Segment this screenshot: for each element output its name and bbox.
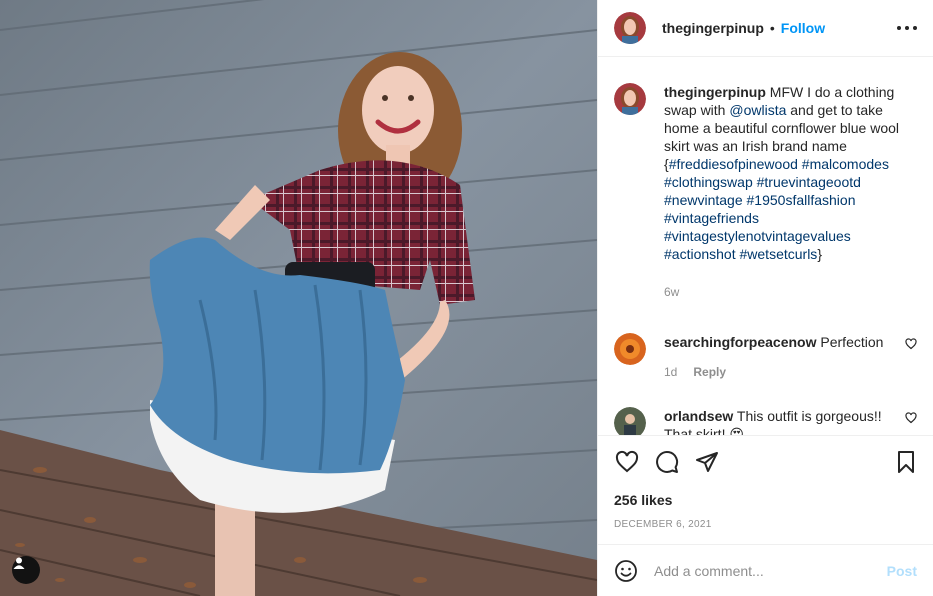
comment-text: orlandsew This outfit is gorgeous!! That… [664, 407, 895, 435]
post-comment-button[interactable]: Post [887, 563, 917, 579]
hashtag-link[interactable]: #truevintageootd [757, 174, 861, 190]
like-button[interactable] [614, 449, 640, 475]
mention-link[interactable]: @owlista [729, 102, 786, 118]
bookmark-icon [898, 450, 914, 473]
more-options-icon[interactable] [897, 20, 917, 36]
comment-meta: 1d Reply [664, 363, 895, 381]
comment-content: Perfection [820, 334, 884, 350]
post-header: thegingerpinup • Follow [598, 0, 933, 57]
like-comment-heart-icon[interactable] [905, 338, 917, 350]
author-avatar[interactable] [614, 12, 646, 44]
heart-icon [615, 450, 639, 472]
post-photo[interactable] [0, 0, 597, 596]
commenter-avatar[interactable] [614, 407, 646, 435]
comment-age: 1d [664, 365, 678, 379]
caption-username[interactable]: thegingerpinup [664, 84, 766, 100]
comment-button[interactable] [654, 449, 680, 475]
caption-author-avatar[interactable] [614, 83, 646, 115]
action-bar [598, 435, 933, 487]
add-comment-bar: Post [598, 544, 933, 596]
caption-content: MFW I do a clothing swap with @owlista a… [664, 84, 899, 262]
caption-text-segment: } [817, 246, 822, 262]
like-comment-heart-icon[interactable] [905, 412, 917, 424]
caption-meta: 6w [664, 283, 909, 301]
caption-age: 6w [664, 285, 680, 299]
hashtag-link[interactable]: #wetsetcurls [740, 246, 818, 262]
post-side-panel: thegingerpinup • Follow thegingerpinup M… [597, 0, 933, 596]
share-icon [696, 451, 718, 472]
comment-item: orlandsew This outfit is gorgeous!! That… [614, 407, 917, 435]
caption-text: thegingerpinup MFW I do a clothing swap … [664, 83, 909, 263]
hashtag-link[interactable]: #vintagefriends [664, 210, 759, 226]
hashtag-link[interactable]: #actionshot [664, 246, 736, 262]
follow-button[interactable]: Follow [781, 20, 825, 36]
comment-text: searchingforpeacenow Perfection [664, 333, 895, 351]
separator-dot: • [769, 20, 775, 36]
user-tag-button[interactable] [12, 556, 40, 584]
caption: thegingerpinup MFW I do a clothing swap … [614, 83, 917, 301]
comment-username[interactable]: orlandsew [664, 408, 733, 424]
comment-item: searchingforpeacenow Perfection 1d Reply [614, 333, 917, 381]
comment-icon [656, 450, 679, 473]
reply-button[interactable]: Reply [693, 363, 726, 381]
comment-username[interactable]: searchingforpeacenow [664, 334, 817, 350]
hashtag-link[interactable]: #freddiesofpinewood [669, 156, 798, 172]
instagram-post: thegingerpinup • Follow thegingerpinup M… [0, 0, 933, 596]
photo-illustration [0, 0, 597, 596]
hashtag-link[interactable]: #vintagestylenotvintagevalues [664, 228, 851, 244]
emoji-icon[interactable] [614, 559, 638, 583]
hashtag-link[interactable]: #newvintage [664, 192, 743, 208]
save-button[interactable] [893, 449, 919, 475]
comment-input[interactable] [654, 562, 887, 579]
hashtag-link[interactable]: #1950sfallfashion [747, 192, 856, 208]
author-username[interactable]: thegingerpinup [662, 20, 764, 36]
commenter-avatar[interactable] [614, 333, 646, 365]
hashtag-link[interactable]: #malcomodes [802, 156, 889, 172]
post-date: DECEMBER 6, 2021 [614, 519, 712, 530]
user-tag-icon [13, 557, 25, 569]
hashtag-link[interactable]: #clothingswap [664, 174, 753, 190]
likes-count[interactable]: 256 likes [598, 487, 933, 508]
share-button[interactable] [694, 449, 720, 475]
comments-section: thegingerpinup MFW I do a clothing swap … [598, 57, 933, 435]
